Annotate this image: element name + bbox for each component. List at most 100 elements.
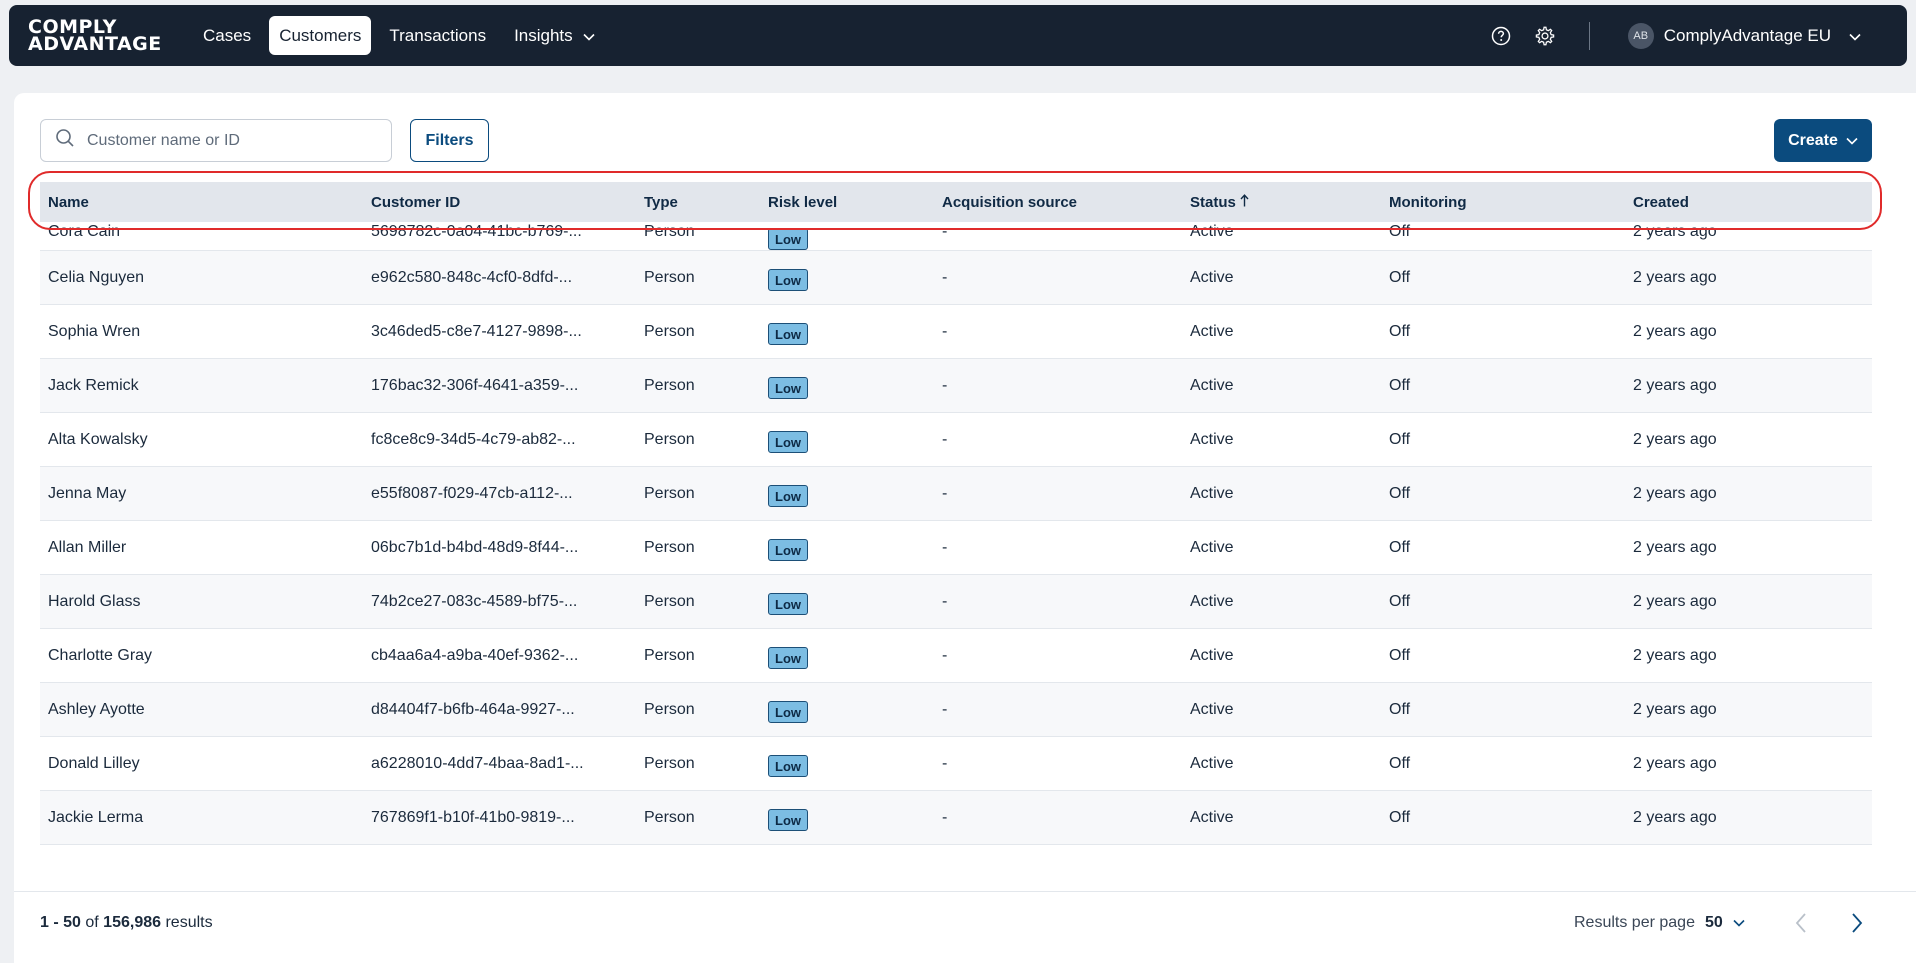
- table-row[interactable]: Jack Remick 176bac32-306f-4641-a359-... Pe…: [40, 359, 1872, 413]
- cell-name[interactable]: Harold Glass: [40, 593, 363, 611]
- nav-transactions[interactable]: Transactions: [379, 16, 496, 55]
- chevron-down-icon: [1849, 26, 1861, 46]
- table-row[interactable]: Allan Miller 06bc7b1d-b4bd-48d9-8f44-... P…: [40, 521, 1872, 575]
- help-icon[interactable]: [1489, 24, 1513, 48]
- column-header-acquisition-source[interactable]: Acquisition source: [934, 194, 1182, 211]
- table-row[interactable]: Jackie Lerma 767869f1-b10f-41b0-9819-... P…: [40, 791, 1872, 845]
- logo-line-2: ADVANTAGE: [28, 32, 162, 55]
- search-icon: [55, 128, 75, 153]
- cell-monitoring: Off: [1389, 754, 1411, 772]
- cell-created: 2 years ago: [1633, 322, 1717, 340]
- next-page-button[interactable]: [1850, 912, 1864, 939]
- cell-status: Active: [1190, 376, 1234, 394]
- cell-type: Person: [644, 268, 695, 286]
- search-box[interactable]: [40, 119, 392, 162]
- cell-risk-level: Low: [760, 265, 934, 291]
- cell-name[interactable]: Jack Remick: [40, 377, 363, 395]
- cell-type: Person: [644, 754, 695, 772]
- column-header-customer-id[interactable]: Customer ID: [363, 194, 636, 211]
- cell-risk-level: Low: [760, 697, 934, 723]
- cell-risk-level: Low: [760, 805, 934, 831]
- cell-customer-id: d84404f7-b6fb-464a-9927-...: [371, 700, 575, 718]
- previous-page-button[interactable]: [1794, 912, 1808, 939]
- customers-card: Filters Create Name Customer ID Type Ris…: [14, 93, 1916, 963]
- results-total: 156,986: [103, 914, 162, 931]
- nav-cases-label: Cases: [203, 25, 252, 45]
- results-per-page[interactable]: Results per page 50: [1574, 914, 1745, 932]
- table-row[interactable]: Donald Lilley a6228010-4dd7-4baa-8ad1-...…: [40, 737, 1872, 791]
- nav-customers[interactable]: Customers: [269, 16, 372, 55]
- cell-acquisition-source: -: [942, 322, 948, 340]
- cell-customer-id: 767869f1-b10f-41b0-9819-...: [371, 808, 575, 826]
- comply-advantage-logo[interactable]: COMPLY ADVANTAGE: [28, 17, 162, 55]
- table-row[interactable]: Jenna May e55f8087-f029-47cb-a112-... Pers…: [40, 467, 1872, 521]
- table-row[interactable]: Ashley Ayotte d84404f7-b6fb-464a-9927-...…: [40, 683, 1872, 737]
- table-row[interactable]: Harold Glass 74b2ce27-083c-4589-bf75-... P…: [40, 575, 1872, 629]
- cell-acquisition-source: -: [942, 538, 948, 556]
- column-header-status[interactable]: Status: [1182, 194, 1381, 211]
- cell-type: Person: [644, 592, 695, 610]
- cell-type: Person: [644, 322, 695, 340]
- table-row[interactable]: Cora Cain 5698782c-0a04-41bc-b769-... Pers…: [40, 222, 1872, 251]
- cell-created: 2 years ago: [1633, 646, 1717, 664]
- cell-acquisition-source: -: [942, 223, 948, 240]
- table-row[interactable]: Alta Kowalsky fc8ce8c9-34d5-4c79-ab82-...…: [40, 413, 1872, 467]
- create-button[interactable]: Create: [1774, 119, 1872, 162]
- column-header-name[interactable]: Name: [40, 194, 363, 211]
- cell-name[interactable]: Celia Nguyen: [40, 269, 363, 287]
- column-header-type[interactable]: Type: [636, 194, 760, 211]
- cell-name[interactable]: Jenna May: [40, 485, 363, 503]
- results-count: 1 - 50 of 156,986 results: [40, 914, 213, 932]
- cell-name[interactable]: Charlotte Gray: [40, 647, 363, 665]
- risk-badge: Low: [768, 592, 808, 615]
- cell-name[interactable]: Jackie Lerma: [40, 809, 363, 827]
- column-header-risk-level[interactable]: Risk level: [760, 194, 934, 211]
- table-footer: 1 - 50 of 156,986 results Results per pa…: [14, 891, 1916, 963]
- table-header: Name Customer ID Type Risk level Acquisi…: [40, 182, 1872, 222]
- search-input[interactable]: [87, 131, 367, 150]
- cell-type: Person: [644, 376, 695, 394]
- risk-badge: Low: [768, 700, 808, 723]
- gear-icon[interactable]: [1533, 24, 1557, 48]
- cell-customer-id: 06bc7b1d-b4bd-48d9-8f44-...: [371, 538, 579, 556]
- cell-status: Active: [1190, 538, 1234, 556]
- column-header-monitoring[interactable]: Monitoring: [1381, 194, 1625, 211]
- nav-customers-label: Customers: [279, 25, 362, 45]
- nav-insights[interactable]: Insights: [504, 16, 605, 55]
- cell-name[interactable]: Alta Kowalsky: [40, 431, 363, 449]
- cell-name[interactable]: Allan Miller: [40, 539, 363, 557]
- cell-created: 2 years ago: [1633, 223, 1717, 240]
- cell-name[interactable]: Ashley Ayotte: [40, 701, 363, 719]
- cell-acquisition-source: -: [942, 808, 948, 826]
- cell-acquisition-source: -: [942, 268, 948, 286]
- nav-transactions-label: Transactions: [389, 25, 487, 45]
- cell-name[interactable]: Donald Lilley: [40, 755, 363, 773]
- cell-customer-id: e962c580-848c-4cf0-8dfd-...: [371, 268, 573, 286]
- cell-status: Active: [1190, 484, 1234, 502]
- cell-name[interactable]: Cora Cain: [40, 223, 363, 241]
- cell-created: 2 years ago: [1633, 268, 1717, 286]
- table-row[interactable]: Celia Nguyen e962c580-848c-4cf0-8dfd-... P…: [40, 251, 1872, 305]
- filters-button[interactable]: Filters: [410, 119, 489, 162]
- account-switcher[interactable]: AB ComplyAdvantage EU: [1627, 22, 1861, 49]
- cell-type: Person: [644, 700, 695, 718]
- avatar: AB: [1627, 22, 1654, 49]
- cell-created: 2 years ago: [1633, 430, 1717, 448]
- cell-monitoring: Off: [1389, 538, 1411, 556]
- table-row[interactable]: Charlotte Gray cb4aa6a4-a9ba-40ef-9362-..…: [40, 629, 1872, 683]
- cell-customer-id: 3c46ded5-c8e7-4127-9898-...: [371, 322, 582, 340]
- cell-type: Person: [644, 430, 695, 448]
- cell-name[interactable]: Sophia Wren: [40, 323, 363, 341]
- risk-badge: Low: [768, 646, 808, 669]
- table-row[interactable]: Sophia Wren 3c46ded5-c8e7-4127-9898-... Pe…: [40, 305, 1872, 359]
- risk-badge: Low: [768, 430, 808, 453]
- nav-cases[interactable]: Cases: [193, 16, 261, 55]
- cell-acquisition-source: -: [942, 376, 948, 394]
- risk-badge: Low: [768, 322, 808, 345]
- column-header-created[interactable]: Created: [1625, 194, 1865, 211]
- cell-status: Active: [1190, 592, 1234, 610]
- results-of: of: [85, 914, 99, 931]
- column-header-status-label: Status: [1190, 193, 1236, 211]
- cell-created: 2 years ago: [1633, 484, 1717, 502]
- cell-created: 2 years ago: [1633, 808, 1717, 826]
